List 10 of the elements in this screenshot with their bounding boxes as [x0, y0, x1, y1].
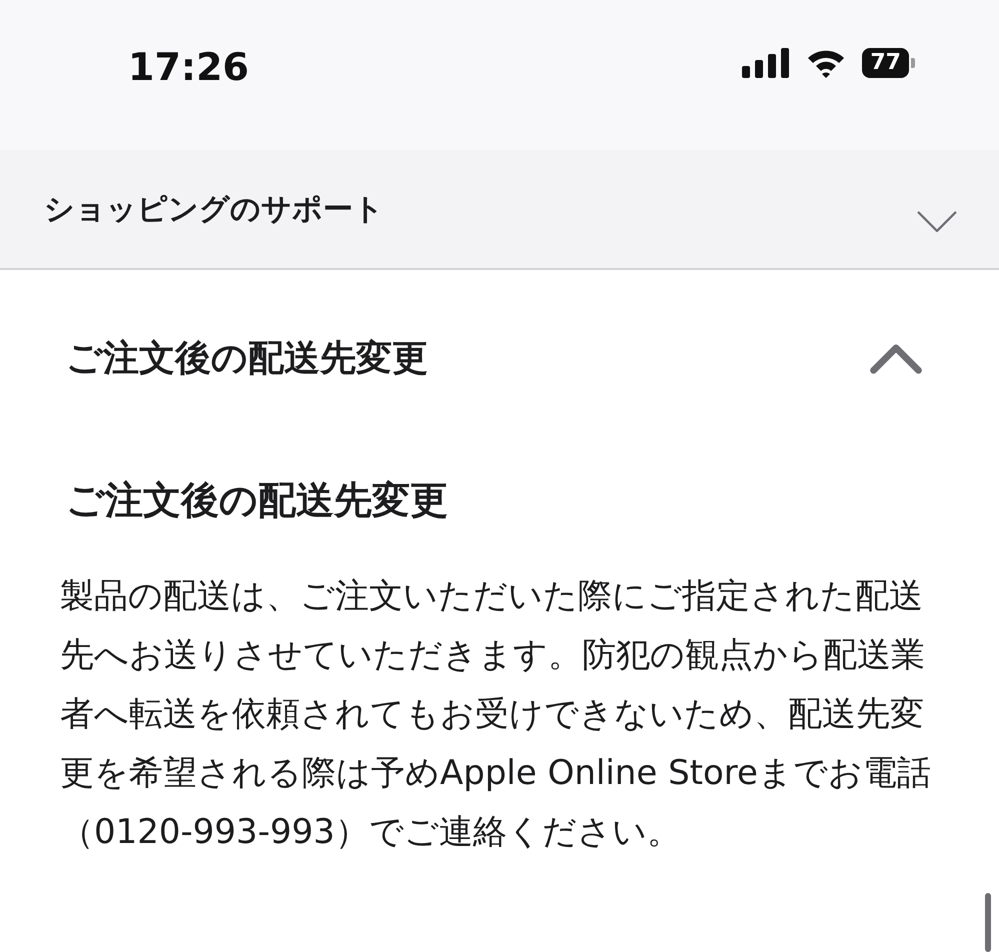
menu-title[interactable]: ショッピングのサポート: [44, 186, 384, 232]
article-heading: ご注文後の配送先変更: [66, 477, 449, 524]
wifi-icon: [806, 48, 846, 78]
status-time: 17:26: [128, 48, 249, 86]
battery-tip-icon: [911, 58, 915, 68]
article-body: 製品の配送は、ご注文いただいた際にご指定された配送先へお送りさせていただきます。防犯の観点から配送業者へ転送を依頼されてもお受けできないため、配送先変更を希望される際は予めApple Online Storeまでお電話（0120-993-993）でご連絡ください。: [60, 575, 932, 854]
accordion-title[interactable]: ご注文後の配送先変更: [66, 332, 428, 386]
battery-level: 77: [862, 48, 909, 78]
signal-icon: [742, 48, 790, 78]
scrollbar[interactable]: [985, 893, 991, 952]
